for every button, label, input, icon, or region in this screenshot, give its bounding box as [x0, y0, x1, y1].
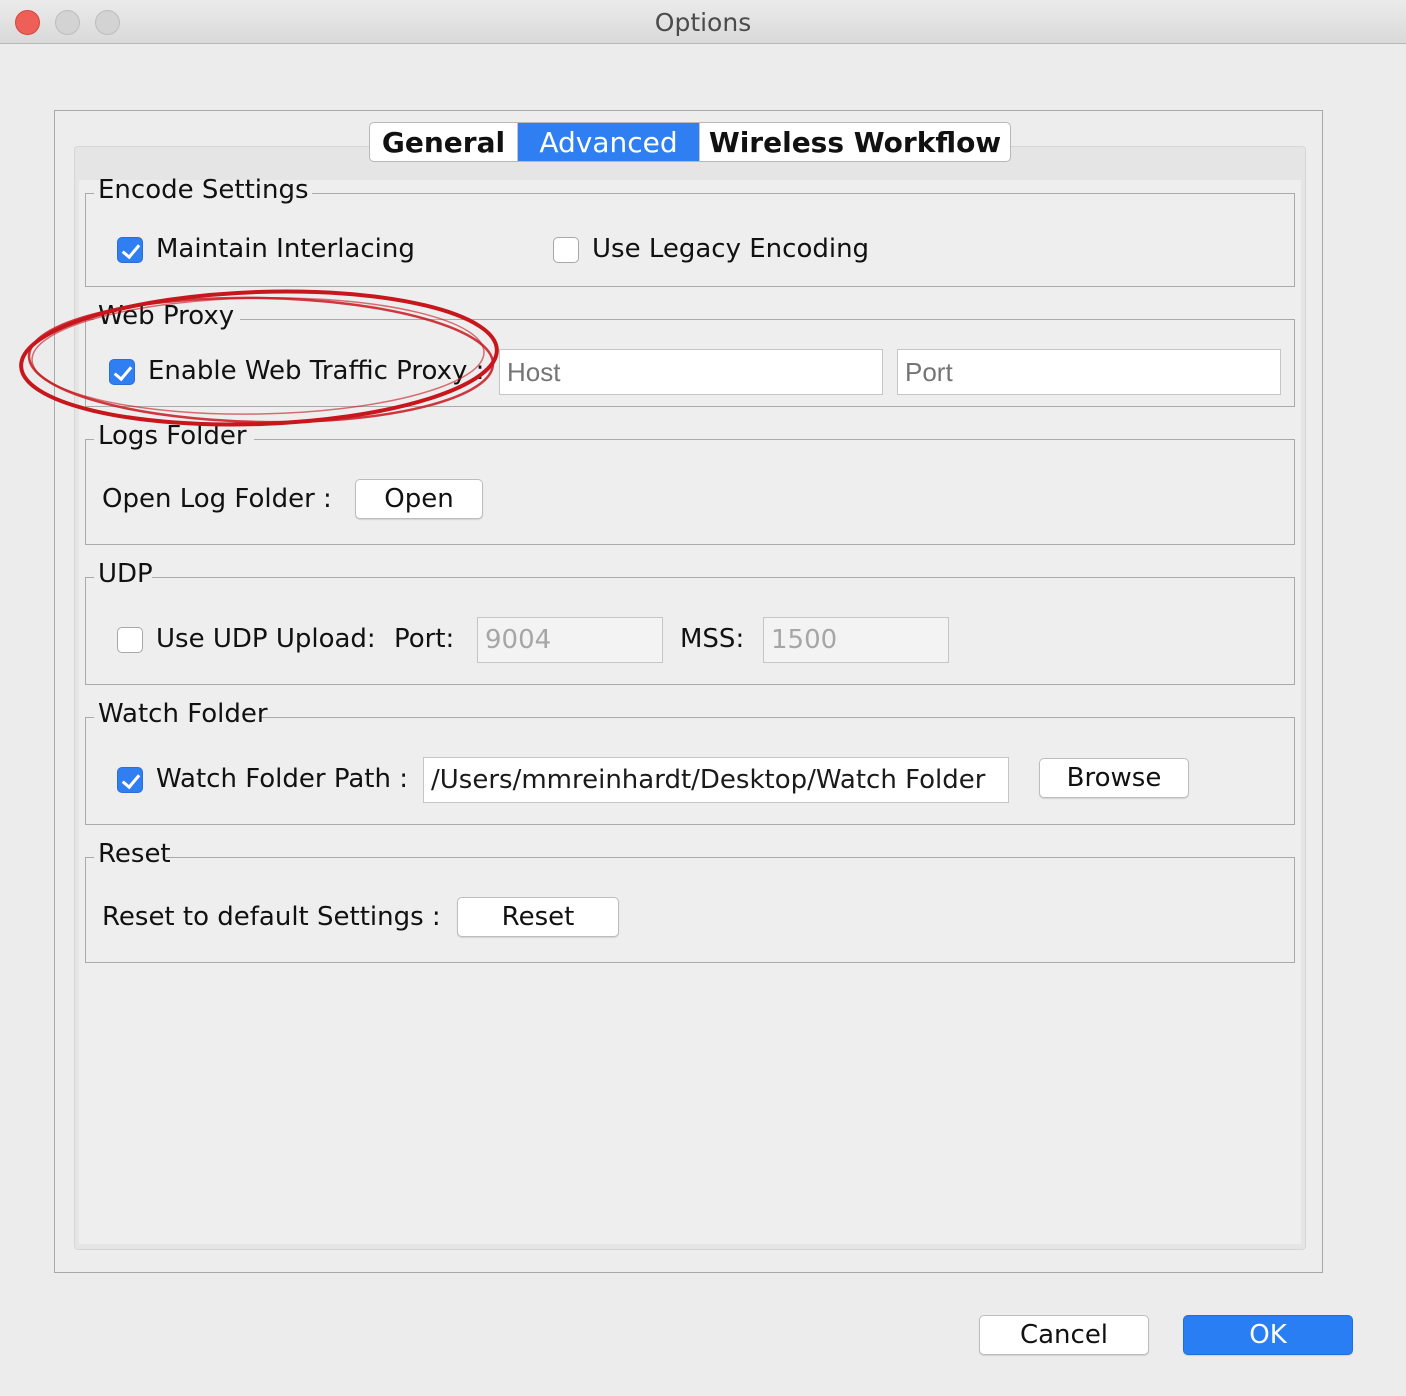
maintain-interlacing-label: Maintain Interlacing [156, 234, 415, 264]
open-log-folder-label: Open Log Folder : [102, 484, 332, 514]
tab-wireless-workflow[interactable]: Wireless Workflow [700, 123, 1010, 161]
udp-mss-label: MSS: [680, 624, 745, 654]
window-title: Options [654, 8, 752, 37]
browse-button[interactable]: Browse [1039, 758, 1189, 798]
use-udp-upload-checkbox[interactable] [117, 627, 143, 653]
reset-defaults-label: Reset to default Settings : [102, 902, 441, 932]
watch-folder-legend: Watch Folder [98, 699, 268, 729]
open-log-folder-button[interactable]: Open [355, 479, 483, 519]
logs-folder-legend: Logs Folder [98, 421, 247, 451]
enable-web-proxy-label: Enable Web Traffic Proxy : [148, 356, 485, 386]
use-legacy-encoding-label: Use Legacy Encoding [592, 234, 870, 264]
use-udp-upload-label: Use UDP Upload: [156, 624, 376, 654]
watch-folder-path-input[interactable]: /Users/mmreinhardt/Desktop/Watch Folder [423, 757, 1009, 803]
proxy-host-input[interactable] [499, 349, 883, 395]
udp-legend: UDP [98, 559, 153, 589]
maintain-interlacing-checkbox[interactable] [117, 237, 143, 263]
enable-web-proxy-checkbox[interactable] [109, 359, 135, 385]
udp-port-field[interactable]: 9004 [477, 617, 663, 663]
reset-button[interactable]: Reset [457, 897, 619, 937]
encode-settings-legend: Encode Settings [98, 175, 309, 205]
use-legacy-encoding-checkbox[interactable] [553, 237, 579, 263]
web-proxy-legend: Web Proxy [98, 301, 235, 331]
tab-advanced[interactable]: Advanced [518, 123, 700, 161]
cancel-button[interactable]: Cancel [979, 1315, 1149, 1355]
ok-button[interactable]: OK [1183, 1315, 1353, 1355]
reset-legend: Reset [98, 839, 171, 869]
title-bar: Options [0, 0, 1406, 44]
tab-general[interactable]: General [370, 123, 518, 161]
udp-mss-field[interactable]: 1500 [763, 617, 949, 663]
watch-folder-path-label: Watch Folder Path : [156, 764, 408, 794]
watch-folder-path-checkbox[interactable] [117, 767, 143, 793]
proxy-port-input[interactable] [897, 349, 1281, 395]
udp-port-label: Port: [394, 624, 455, 654]
tab-bar: General Advanced Wireless Workflow [369, 122, 1011, 162]
